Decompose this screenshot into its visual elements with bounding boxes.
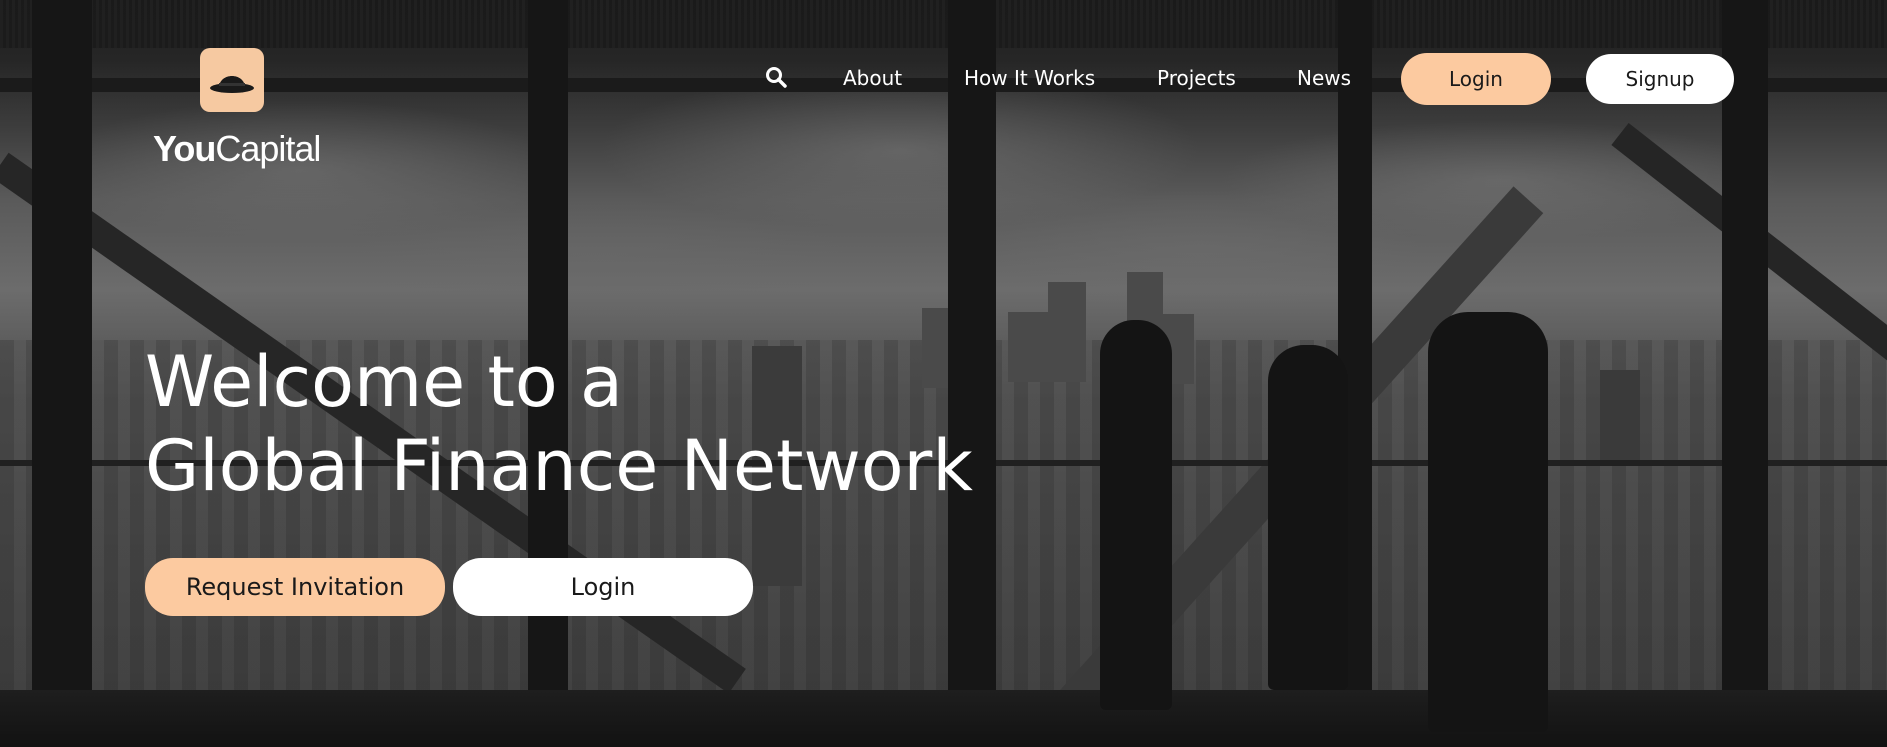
nav-signup-button[interactable]: Signup	[1586, 54, 1734, 104]
request-invitation-button[interactable]: Request Invitation	[145, 558, 445, 616]
person-silhouette	[1268, 345, 1348, 690]
nav-link-how-it-works[interactable]: How It Works	[964, 66, 1095, 90]
hero-headline-line2: Global Finance Network	[145, 425, 973, 507]
brand-name-light: Capital	[215, 128, 321, 169]
nav-link-news[interactable]: News	[1297, 66, 1351, 90]
hero-login-button[interactable]: Login	[453, 558, 753, 616]
brand-wordmark[interactable]: YouCapital	[153, 128, 321, 170]
nav-link-projects[interactable]: Projects	[1157, 66, 1236, 90]
logo-badge[interactable]	[200, 48, 264, 112]
floor	[0, 690, 1887, 747]
search-icon[interactable]	[765, 66, 787, 88]
hero-headline: Welcome to a Global Finance Network	[145, 340, 973, 508]
bowler-hat-icon	[210, 76, 254, 93]
person-silhouette	[1428, 312, 1548, 732]
hero-section: YouCapital About How It Works Projects N…	[0, 0, 1887, 747]
window-mullion	[32, 0, 92, 747]
window-mullion	[1722, 0, 1768, 747]
cloudy-sky	[0, 90, 1887, 330]
skyline-tower	[1008, 312, 1048, 382]
nav-link-about[interactable]: About	[843, 66, 902, 90]
skyline-tower	[1600, 370, 1640, 460]
skyline-tower	[1048, 282, 1086, 382]
person-silhouette	[1100, 320, 1172, 710]
hero-headline-line1: Welcome to a	[145, 341, 623, 423]
nav-login-button[interactable]: Login	[1401, 53, 1551, 105]
ceiling-texture	[0, 0, 1887, 48]
brand-name-bold: You	[153, 128, 216, 169]
